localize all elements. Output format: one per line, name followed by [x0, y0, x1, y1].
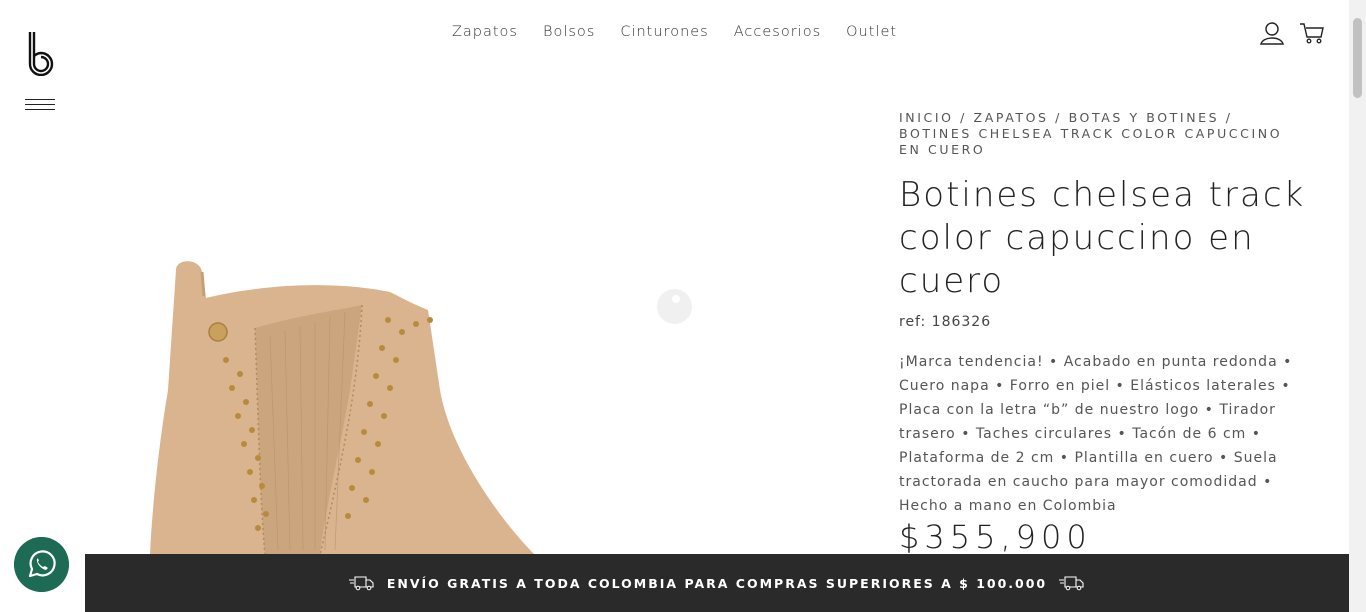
- main-nav: Zapatos Bolsos Cinturones Accesorios Out…: [0, 24, 1349, 40]
- breadcrumb-separator: /: [1219, 110, 1233, 125]
- scrollbar-thumb[interactable]: [1353, 18, 1362, 98]
- truck-icon: [348, 576, 374, 591]
- breadcrumb-item-current: BOTINES CHELSEA TRACK COLOR CAPUCCINO EN…: [899, 126, 1283, 157]
- product-description: ¡Marca tendencia! • Acabado en punta red…: [899, 354, 1293, 514]
- truck-icon: [1059, 576, 1084, 591]
- nav-item-accesorios[interactable]: Accesorios: [734, 24, 821, 40]
- shipping-banner: ENVÍO GRATIS A TODA COLOMBIA PARA COMPRA…: [85, 554, 1349, 612]
- shipping-banner-text: ENVÍO GRATIS A TODA COLOMBIA PARA COMPRA…: [386, 575, 1048, 591]
- product-title: Botines chelsea track color capuccino en…: [899, 175, 1306, 301]
- breadcrumb: INICIO / ZAPATOS / BOTAS Y BOTINES / BOT…: [899, 110, 1299, 158]
- breadcrumb-separator: /: [1048, 110, 1069, 125]
- nav-item-bolsos[interactable]: Bolsos: [543, 24, 595, 40]
- product-ref: ref: 186326: [899, 314, 992, 330]
- user-icon[interactable]: [1259, 21, 1285, 45]
- carousel-next-button[interactable]: [657, 289, 692, 324]
- nav-item-outlet[interactable]: Outlet: [846, 24, 897, 40]
- nav-item-zapatos[interactable]: Zapatos: [452, 24, 518, 40]
- whatsapp-icon[interactable]: [14, 537, 69, 592]
- cart-icon[interactable]: [1299, 21, 1325, 45]
- product-image-boot[interactable]: [140, 250, 560, 555]
- product-price: $355,900: [899, 518, 1092, 556]
- breadcrumb-separator: /: [953, 110, 974, 125]
- page-scrollbar[interactable]: [1349, 0, 1366, 612]
- menu-hamburger-icon[interactable]: [25, 99, 55, 114]
- breadcrumb-item-botas[interactable]: BOTAS Y BOTINES: [1069, 110, 1220, 125]
- breadcrumb-item-inicio[interactable]: INICIO: [899, 110, 954, 125]
- nav-item-cinturones[interactable]: Cinturones: [620, 24, 708, 40]
- breadcrumb-item-zapatos[interactable]: ZAPATOS: [974, 110, 1049, 125]
